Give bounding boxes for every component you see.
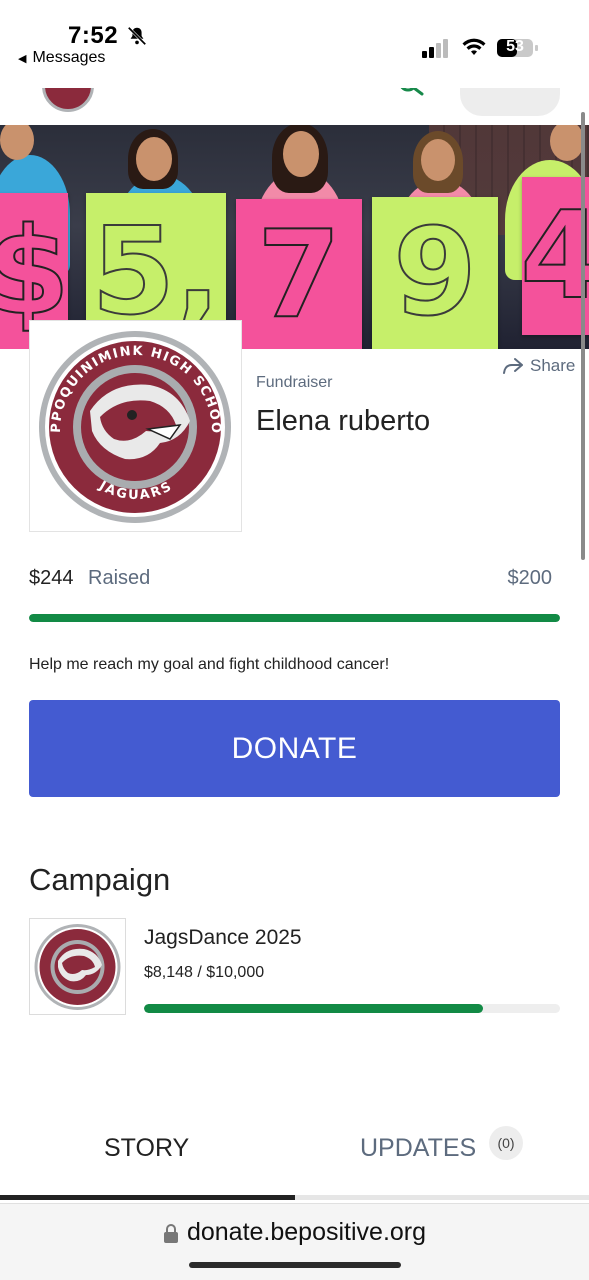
fundraiser-role-label: Fundraiser: [256, 374, 333, 391]
fundraiser-progress-fill: [29, 614, 560, 622]
donate-button[interactable]: DONATE: [29, 700, 560, 797]
share-button[interactable]: Share: [502, 356, 575, 376]
wifi-icon: [462, 38, 486, 55]
back-to-messages[interactable]: ◀ Messages: [18, 49, 105, 67]
url-row[interactable]: donate.bepositive.org: [0, 1218, 589, 1247]
page-scrollbar[interactable]: [581, 112, 585, 560]
raised-label: Raised: [88, 567, 151, 589]
raised-amount: $244: [29, 567, 74, 589]
campaign-school-logo: [34, 924, 121, 1010]
banner-person-head: [283, 131, 319, 177]
status-time: 7:52: [68, 22, 119, 49]
fundraiser-progress-bar: [29, 614, 560, 622]
site-header: [0, 88, 589, 125]
search-icon[interactable]: [396, 88, 426, 100]
banner-sign: 4: [519, 177, 589, 335]
menu-button[interactable]: [460, 88, 560, 116]
banner-photo: $ 5, 7 9 4: [0, 125, 589, 349]
url-text: donate.bepositive.org: [186, 1218, 427, 1246]
fundraiser-tagline: Help me reach my goal and fight childhoo…: [29, 656, 390, 673]
browser-address-bar[interactable]: donate.bepositive.org: [0, 1203, 589, 1280]
banner-sign: 7: [236, 199, 362, 349]
site-logo[interactable]: [42, 88, 94, 112]
campaign-heading: Campaign: [29, 862, 171, 897]
campaign-progress-fill: [144, 1004, 483, 1013]
tab-story[interactable]: STORY: [104, 1134, 189, 1163]
campaign-amount: $8,148 / $10,000: [144, 964, 265, 981]
banner-person-head: [136, 137, 172, 181]
raised-row: $244 Raised $200: [29, 567, 552, 593]
back-label: Messages: [32, 49, 106, 66]
fundraiser-avatar: APPOQUINIMINK HIGH SCHOOL JAGUARS: [24, 310, 242, 532]
back-arrow-icon: ◀: [18, 52, 27, 65]
share-label: Share: [530, 356, 576, 375]
campaign-logo[interactable]: [29, 918, 126, 1015]
share-arrow-icon: [503, 358, 523, 374]
fundraiser-name: Elena ruberto: [256, 405, 431, 437]
home-indicator[interactable]: [189, 1262, 401, 1268]
cellular-signal-icon: [422, 39, 448, 58]
campaign-name[interactable]: JagsDance 2025: [144, 926, 302, 950]
updates-count-badge: (0): [489, 1126, 523, 1160]
school-logo: APPOQUINIMINK HIGH SCHOOL JAGUARS: [24, 310, 231, 523]
battery-icon: 53: [496, 37, 540, 59]
tab-updates[interactable]: UPDATES: [360, 1134, 476, 1163]
battery-level: 53: [506, 38, 524, 55]
lock-icon: [163, 1223, 178, 1243]
status-bar: 7:52 ◀ Messages 53: [0, 0, 589, 88]
goal-amount: $200: [507, 567, 553, 589]
campaign-progress-bar: [144, 1004, 560, 1013]
banner-person-head: [421, 139, 455, 181]
bell-muted-icon: [127, 26, 147, 46]
tab-active-indicator: [0, 1195, 295, 1200]
banner-sign: 9: [372, 197, 498, 349]
